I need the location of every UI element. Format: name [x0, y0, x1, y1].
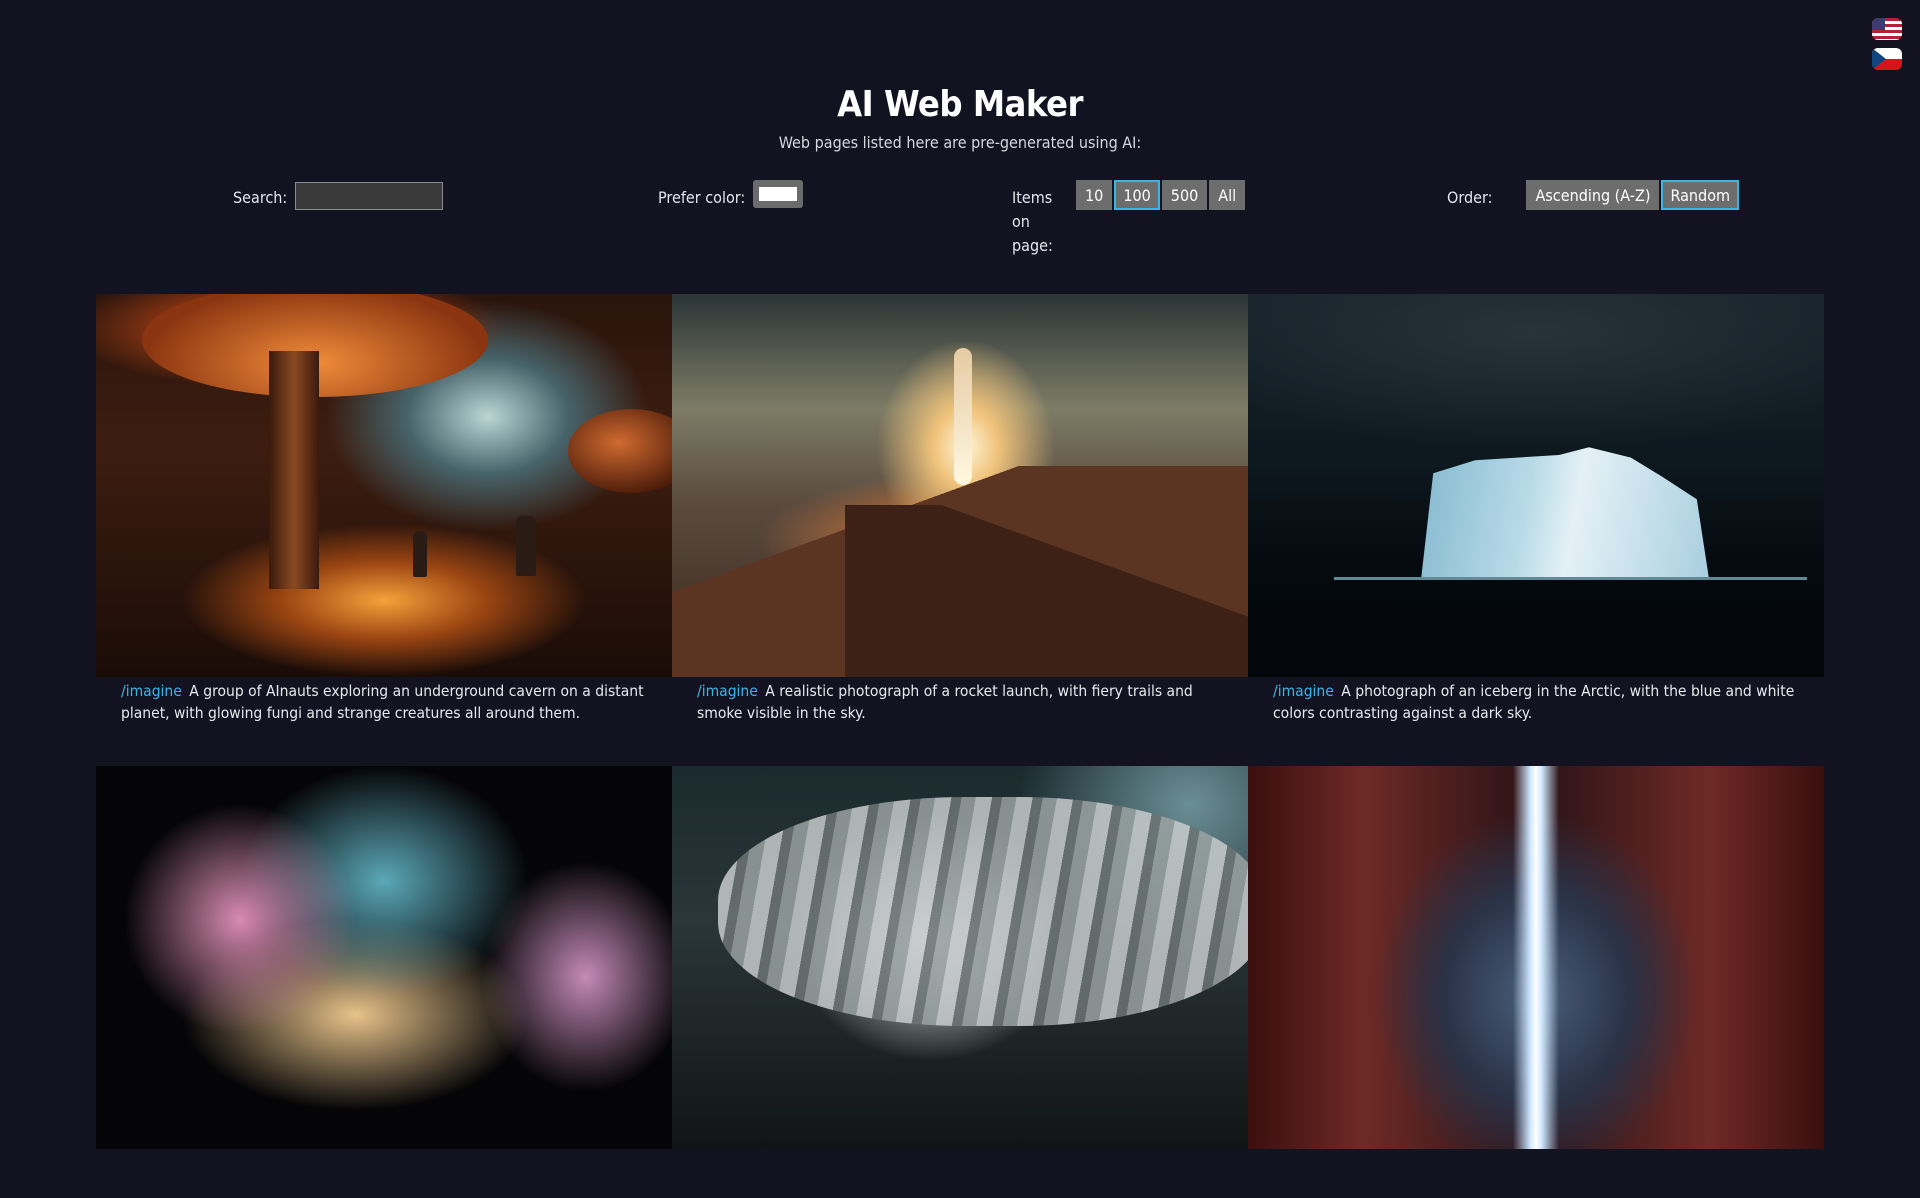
controls-bar: Search: Prefer color: Items on page: 10 …	[0, 180, 1920, 260]
card-caption	[96, 1149, 672, 1198]
page-card[interactable]	[96, 766, 672, 1198]
language-switcher	[1872, 18, 1902, 70]
items-100-button[interactable]: 100	[1114, 180, 1160, 210]
page-card[interactable]: /imagine A group of AInauts exploring an…	[96, 294, 672, 726]
page-title: AI Web Maker	[837, 84, 1083, 125]
page-card[interactable]: /imagine A realistic photograph of a roc…	[672, 294, 1248, 726]
imagine-command[interactable]: /imagine	[1273, 682, 1334, 700]
page-header: AI Web Maker Web pages listed here are p…	[0, 0, 1920, 152]
card-caption	[1248, 1149, 1824, 1198]
card-caption: /imagine A realistic photograph of a roc…	[672, 677, 1248, 726]
search-label: Search:	[233, 188, 288, 207]
color-label: Prefer color:	[658, 188, 746, 207]
cave-light-thumbnail[interactable]	[1248, 766, 1824, 1149]
page-card[interactable]	[672, 766, 1248, 1198]
order-button-group: Ascending (A-Z) Random	[1526, 180, 1740, 210]
page-subtitle: Web pages listed here are pre-generated …	[778, 133, 1142, 152]
card-caption: /imagine A photograph of an iceberg in t…	[1248, 677, 1824, 726]
order-label: Order:	[1447, 188, 1493, 207]
items-all-button[interactable]: All	[1209, 180, 1246, 210]
rocket-launch-thumbnail[interactable]	[672, 294, 1248, 677]
order-control: Order: Ascending (A-Z) Random	[1447, 180, 1740, 210]
imagine-command[interactable]: /imagine	[121, 682, 182, 700]
page-card[interactable]	[1248, 766, 1824, 1198]
page-grid: /imagine A group of AInauts exploring an…	[96, 294, 1824, 1198]
iceberg-thumbnail[interactable]	[1248, 294, 1824, 677]
color-swatch	[759, 187, 798, 201]
card-caption: /imagine A group of AInauts exploring an…	[96, 677, 672, 726]
items-10-button[interactable]: 10	[1076, 180, 1113, 210]
items-per-page-control: Items on page: 10 100 500 All	[1012, 180, 1246, 258]
order-ascending-button[interactable]: Ascending (A-Z)	[1526, 180, 1660, 210]
imagine-command[interactable]: /imagine	[697, 682, 758, 700]
items-button-group: 10 100 500 All	[1076, 180, 1246, 210]
search-control: Search:	[233, 180, 444, 210]
color-picker-button[interactable]	[753, 180, 804, 208]
page-card[interactable]: /imagine A photograph of an iceberg in t…	[1248, 294, 1824, 726]
order-random-button[interactable]: Random	[1661, 180, 1740, 210]
spaceship-thumbnail[interactable]	[672, 766, 1248, 1149]
cavern-thumbnail[interactable]	[96, 294, 672, 677]
items-500-button[interactable]: 500	[1161, 180, 1208, 210]
color-control: Prefer color:	[658, 180, 804, 210]
card-prompt: A group of AInauts exploring an undergro…	[121, 682, 644, 722]
card-prompt: A realistic photograph of a rocket launc…	[697, 682, 1193, 722]
card-caption	[672, 1149, 1248, 1198]
cz-flag-icon[interactable]	[1872, 48, 1902, 70]
card-prompt: A photograph of an iceberg in the Arctic…	[1273, 682, 1795, 722]
items-label: Items on page:	[1012, 188, 1053, 255]
search-input[interactable]	[295, 182, 444, 210]
us-flag-icon[interactable]	[1872, 18, 1902, 40]
nebula-thumbnail[interactable]	[96, 766, 672, 1149]
